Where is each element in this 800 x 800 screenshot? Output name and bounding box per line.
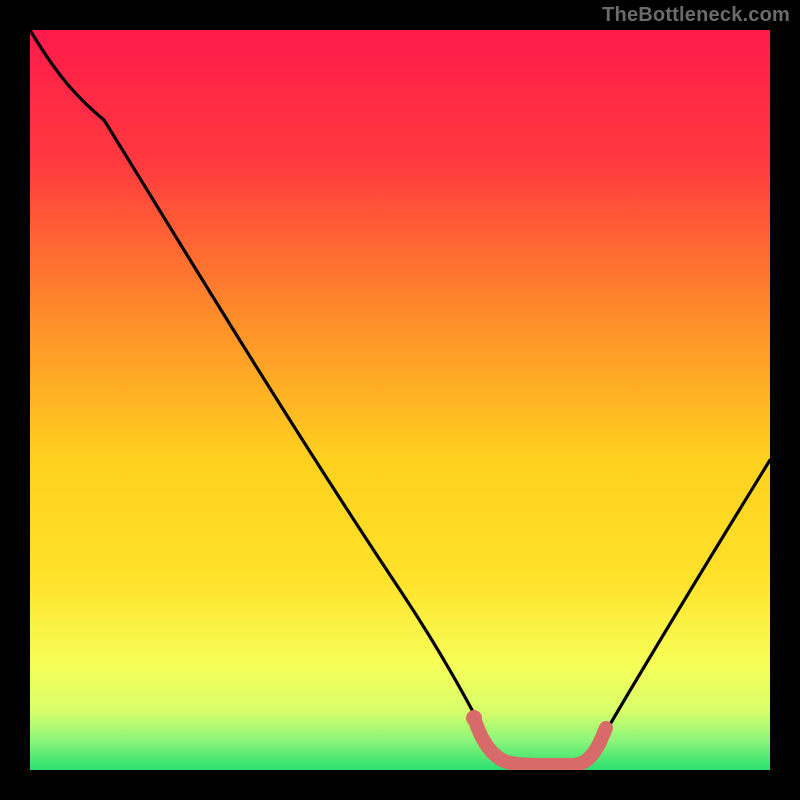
optimal-band-highlight bbox=[474, 718, 606, 765]
bottleneck-curve bbox=[30, 30, 770, 763]
optimal-start-dot bbox=[466, 710, 482, 726]
curve-layer bbox=[30, 30, 770, 770]
chart-frame: TheBottleneck.com bbox=[0, 0, 800, 800]
plot-area bbox=[30, 30, 770, 770]
attribution-label: TheBottleneck.com bbox=[602, 4, 790, 27]
